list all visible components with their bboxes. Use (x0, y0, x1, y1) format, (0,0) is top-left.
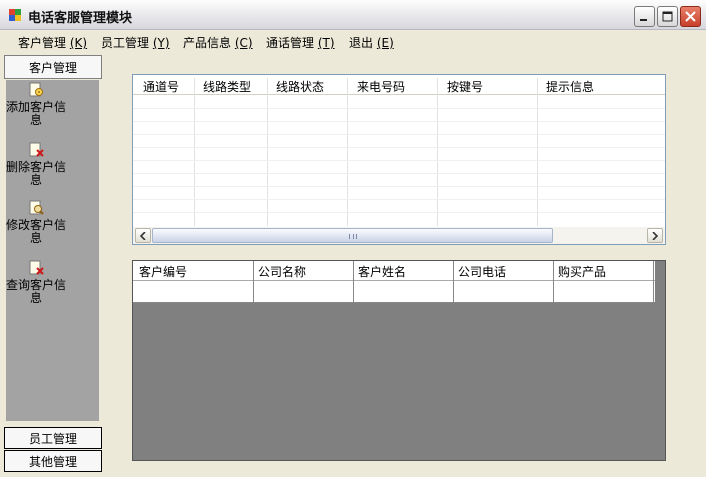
edit-customer-icon (29, 200, 44, 215)
close-icon (685, 11, 696, 22)
column-divider (553, 261, 554, 303)
grip-icon (349, 234, 357, 239)
row-divider (133, 186, 665, 187)
menu-bar: 客户管理 (K) 员工管理 (Y) 产品信息 (C) 通话管理 (T) 退出 (… (0, 30, 706, 54)
add-customer-icon (29, 82, 43, 97)
column-divider (347, 78, 348, 226)
app-icon (9, 9, 21, 21)
close-button[interactable] (680, 6, 701, 27)
column-header[interactable]: 公司名称 (258, 263, 306, 280)
row-divider (133, 121, 665, 122)
row-divider (133, 160, 665, 161)
column-divider (453, 261, 454, 303)
nav-group-employee[interactable]: 员工管理 (4, 427, 102, 449)
delete-customer-icon (29, 142, 44, 157)
scroll-left-button[interactable] (135, 228, 151, 243)
nav-edit-customer[interactable]: 修改客户信息 (6, 200, 66, 245)
column-divider (267, 78, 268, 226)
row-divider (133, 134, 665, 135)
nav-group-other[interactable]: 其他管理 (4, 450, 102, 472)
column-header[interactable]: 提示信息 (546, 78, 594, 95)
table-row[interactable] (133, 281, 655, 303)
column-divider (253, 261, 254, 303)
nav-group-customer[interactable]: 客户管理 (4, 55, 102, 79)
column-header[interactable]: 线路类型 (203, 78, 251, 95)
row-divider (133, 212, 665, 213)
query-customer-icon (29, 260, 44, 275)
call-grid-header: 通道号 线路类型 线路状态 来电号码 按键号 提示信息 (133, 75, 665, 95)
column-header[interactable]: 线路状态 (276, 78, 324, 95)
maximize-button[interactable] (657, 6, 678, 27)
minimize-button[interactable] (634, 6, 655, 27)
menu-call[interactable]: 通话管理 (T) (266, 34, 335, 51)
nav-delete-customer[interactable]: 删除客户信息 (6, 142, 66, 187)
call-status-grid[interactable]: 通道号 线路类型 线路状态 来电号码 按键号 提示信息 (132, 74, 666, 245)
column-divider (653, 261, 654, 303)
column-header[interactable]: 通道号 (143, 78, 179, 95)
chevron-right-icon (652, 231, 659, 240)
row-divider (133, 108, 665, 109)
scroll-thumb[interactable] (152, 228, 553, 243)
chevron-left-icon (139, 231, 146, 240)
customer-grid[interactable]: 客户编号 公司名称 客户姓名 公司电话 购买产品 (132, 260, 666, 461)
row-divider (133, 199, 665, 200)
scroll-right-button[interactable] (647, 228, 663, 243)
column-header[interactable]: 来电号码 (357, 78, 405, 95)
column-header[interactable]: 客户编号 (139, 263, 187, 280)
maximize-icon (662, 11, 673, 22)
menu-exit[interactable]: 退出 (E) (349, 34, 394, 51)
nav-query-customer[interactable]: 查询客户信息 (6, 260, 66, 305)
column-divider (353, 261, 354, 303)
column-header[interactable]: 客户姓名 (358, 263, 406, 280)
menu-employee[interactable]: 员工管理 (Y) (101, 34, 170, 51)
customer-grid-header: 客户编号 公司名称 客户姓名 公司电话 购买产品 (133, 261, 655, 281)
column-header[interactable]: 购买产品 (558, 263, 606, 280)
menu-product[interactable]: 产品信息 (C) (183, 34, 253, 51)
window-title: 电话客服管理模块 (28, 11, 133, 26)
nav-panel: 添加客户信息 删除客户信息 修改客户信息 查询客户信息 (6, 80, 99, 421)
column-divider (537, 78, 538, 226)
minimize-icon (640, 19, 647, 21)
row-divider (133, 147, 665, 148)
column-divider (437, 78, 438, 226)
title-bar: 电话客服管理模块 (0, 0, 706, 30)
nav-add-customer[interactable]: 添加客户信息 (6, 82, 66, 127)
column-divider (194, 78, 195, 226)
menu-customer[interactable]: 客户管理 (K) (18, 34, 87, 51)
horizontal-scrollbar[interactable] (133, 227, 665, 244)
column-header[interactable]: 公司电话 (458, 263, 506, 280)
column-header[interactable]: 按键号 (447, 78, 483, 95)
row-divider (133, 173, 665, 174)
